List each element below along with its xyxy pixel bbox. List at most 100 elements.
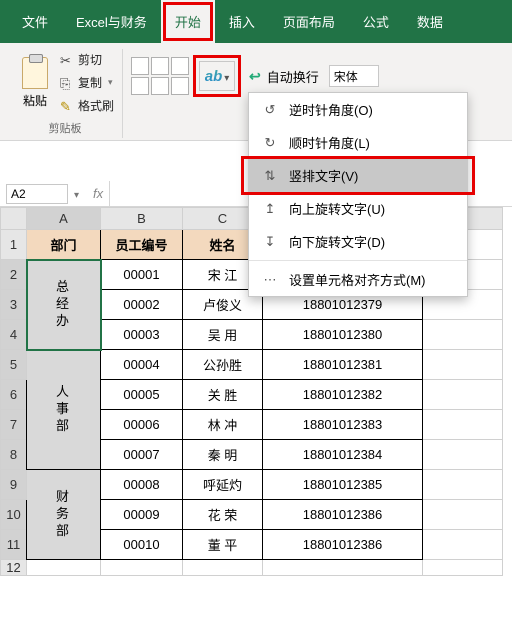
clipboard-icon <box>22 57 48 89</box>
menu-rotate-down[interactable]: ↧ 向下旋转文字(D) <box>249 225 467 258</box>
col-header-B[interactable]: B <box>101 208 183 230</box>
cell[interactable]: 00009 <box>101 500 183 530</box>
row-header[interactable]: 7 <box>1 410 27 440</box>
cell[interactable]: 关 胜 <box>183 380 263 410</box>
ribbon-tabstrip: 文件 Excel与财务 开始 插入 页面布局 公式 数据 <box>0 0 512 43</box>
menu-rotate-up[interactable]: ↥ 向上旋转文字(U) <box>249 192 467 225</box>
copy-button[interactable]: 复制▾ <box>60 72 114 93</box>
cut-button[interactable]: 剪切 <box>60 49 114 70</box>
cell[interactable] <box>423 350 503 380</box>
cell[interactable]: 00006 <box>101 410 183 440</box>
wrap-text-button[interactable]: 自动换行 <box>245 63 323 90</box>
group-clipboard: 粘贴 剪切 复制▾ 格式刷 剪贴板 <box>8 49 123 138</box>
cell[interactable]: 18801012381 <box>263 350 423 380</box>
rotate-up-icon: ↥ <box>261 200 279 218</box>
brush-icon <box>60 99 74 113</box>
cell[interactable]: 18801012382 <box>263 380 423 410</box>
cell[interactable] <box>423 380 503 410</box>
cut-label: 剪切 <box>78 51 102 68</box>
cell[interactable]: 秦 明 <box>183 440 263 470</box>
menu-format-alignment[interactable]: ⋯设置单元格对齐方式(M) <box>249 263 467 296</box>
menu-ccw-label: 逆时针角度(O) <box>289 100 373 119</box>
cell[interactable]: 18801012385 <box>263 470 423 500</box>
cell[interactable] <box>183 560 263 576</box>
menu-ccw[interactable]: ↺逆时针角度(O) <box>249 93 467 126</box>
tab-home[interactable]: 开始 <box>161 0 215 43</box>
paste-label: 粘贴 <box>23 92 47 109</box>
cell[interactable]: 18801012386 <box>263 530 423 560</box>
wrap-text-label: 自动换行 <box>267 67 319 86</box>
namebox-dropdown-icon[interactable] <box>74 186 87 201</box>
cell[interactable]: 00004 <box>101 350 183 380</box>
wrap-icon <box>249 68 261 85</box>
row-header[interactable]: 5 <box>1 350 27 380</box>
cell[interactable]: 00008 <box>101 470 183 500</box>
row-header[interactable]: 2 <box>1 260 27 290</box>
cell[interactable]: 花 荣 <box>183 500 263 530</box>
cell[interactable]: 员工编号 <box>101 230 183 260</box>
tab-data[interactable]: 数据 <box>403 0 457 43</box>
cell[interactable]: 董 平 <box>183 530 263 560</box>
menu-rotate-down-label: 向下旋转文字(D) <box>289 232 385 251</box>
cell[interactable]: 林 冲 <box>183 410 263 440</box>
merged-dept-cell[interactable]: 人事部 <box>27 350 101 470</box>
format-painter-label: 格式刷 <box>78 97 114 114</box>
row-header[interactable]: 12 <box>1 560 27 576</box>
row-header[interactable]: 3 <box>1 290 27 320</box>
merged-dept-cell[interactable]: 财务部 <box>27 470 101 560</box>
row-header[interactable]: 4 <box>1 320 27 350</box>
cell[interactable] <box>423 500 503 530</box>
paste-button[interactable]: 粘贴 <box>16 53 54 113</box>
cell[interactable] <box>101 560 183 576</box>
menu-cw-label: 顺时针角度(L) <box>289 133 370 152</box>
cell[interactable]: 18801012380 <box>263 320 423 350</box>
row-header[interactable]: 1 <box>1 230 27 260</box>
select-all-corner[interactable] <box>1 208 27 230</box>
rotate-down-icon: ↧ <box>261 233 279 251</box>
menu-cw[interactable]: ↻顺时针角度(L) <box>249 126 467 159</box>
fx-icon[interactable]: fx <box>93 186 103 201</box>
tab-insert[interactable]: 插入 <box>215 0 269 43</box>
col-header-A[interactable]: A <box>27 208 101 230</box>
vertical-text-icon: ⇅ <box>261 167 279 185</box>
alignment-buttons[interactable] <box>131 57 189 95</box>
cell[interactable] <box>423 440 503 470</box>
cell[interactable] <box>423 320 503 350</box>
font-name-select[interactable]: 宋体 <box>329 65 379 87</box>
cell[interactable]: 公孙胜 <box>183 350 263 380</box>
cell[interactable]: 呼延灼 <box>183 470 263 500</box>
tab-excel-finance[interactable]: Excel与财务 <box>62 0 161 43</box>
cell[interactable]: 00010 <box>101 530 183 560</box>
row-header[interactable]: 6 <box>1 380 27 410</box>
row-header[interactable]: 8 <box>1 440 27 470</box>
menu-rotate-up-label: 向上旋转文字(U) <box>289 199 385 218</box>
cell[interactable] <box>423 530 503 560</box>
row-header[interactable]: 11 <box>1 530 27 560</box>
clipboard-group-label: 剪贴板 <box>49 116 82 138</box>
tab-formulas[interactable]: 公式 <box>349 0 403 43</box>
row-header[interactable]: 10 <box>1 500 27 530</box>
name-box[interactable] <box>6 184 68 204</box>
cell[interactable] <box>423 470 503 500</box>
merged-dept-cell[interactable]: 总经办 <box>27 260 101 350</box>
cell[interactable]: 00003 <box>101 320 183 350</box>
row-header[interactable]: 9 <box>1 470 27 500</box>
orientation-button[interactable]: ab <box>199 61 235 91</box>
cell[interactable]: 00001 <box>101 260 183 290</box>
menu-vertical-text[interactable]: ⇅竖排文字(V) <box>249 159 467 192</box>
tab-file[interactable]: 文件 <box>8 0 62 43</box>
cell[interactable]: 吴 用 <box>183 320 263 350</box>
cell[interactable] <box>423 410 503 440</box>
tab-page-layout[interactable]: 页面布局 <box>269 0 349 43</box>
cell[interactable]: 00007 <box>101 440 183 470</box>
format-painter-button[interactable]: 格式刷 <box>60 95 114 116</box>
cell[interactable]: 18801012383 <box>263 410 423 440</box>
cell[interactable]: 部门 <box>27 230 101 260</box>
cell[interactable] <box>423 560 503 576</box>
cell[interactable]: 18801012386 <box>263 500 423 530</box>
cell[interactable]: 18801012384 <box>263 440 423 470</box>
cell[interactable] <box>263 560 423 576</box>
cell[interactable]: 00005 <box>101 380 183 410</box>
cell[interactable] <box>27 560 101 576</box>
cell[interactable]: 00002 <box>101 290 183 320</box>
